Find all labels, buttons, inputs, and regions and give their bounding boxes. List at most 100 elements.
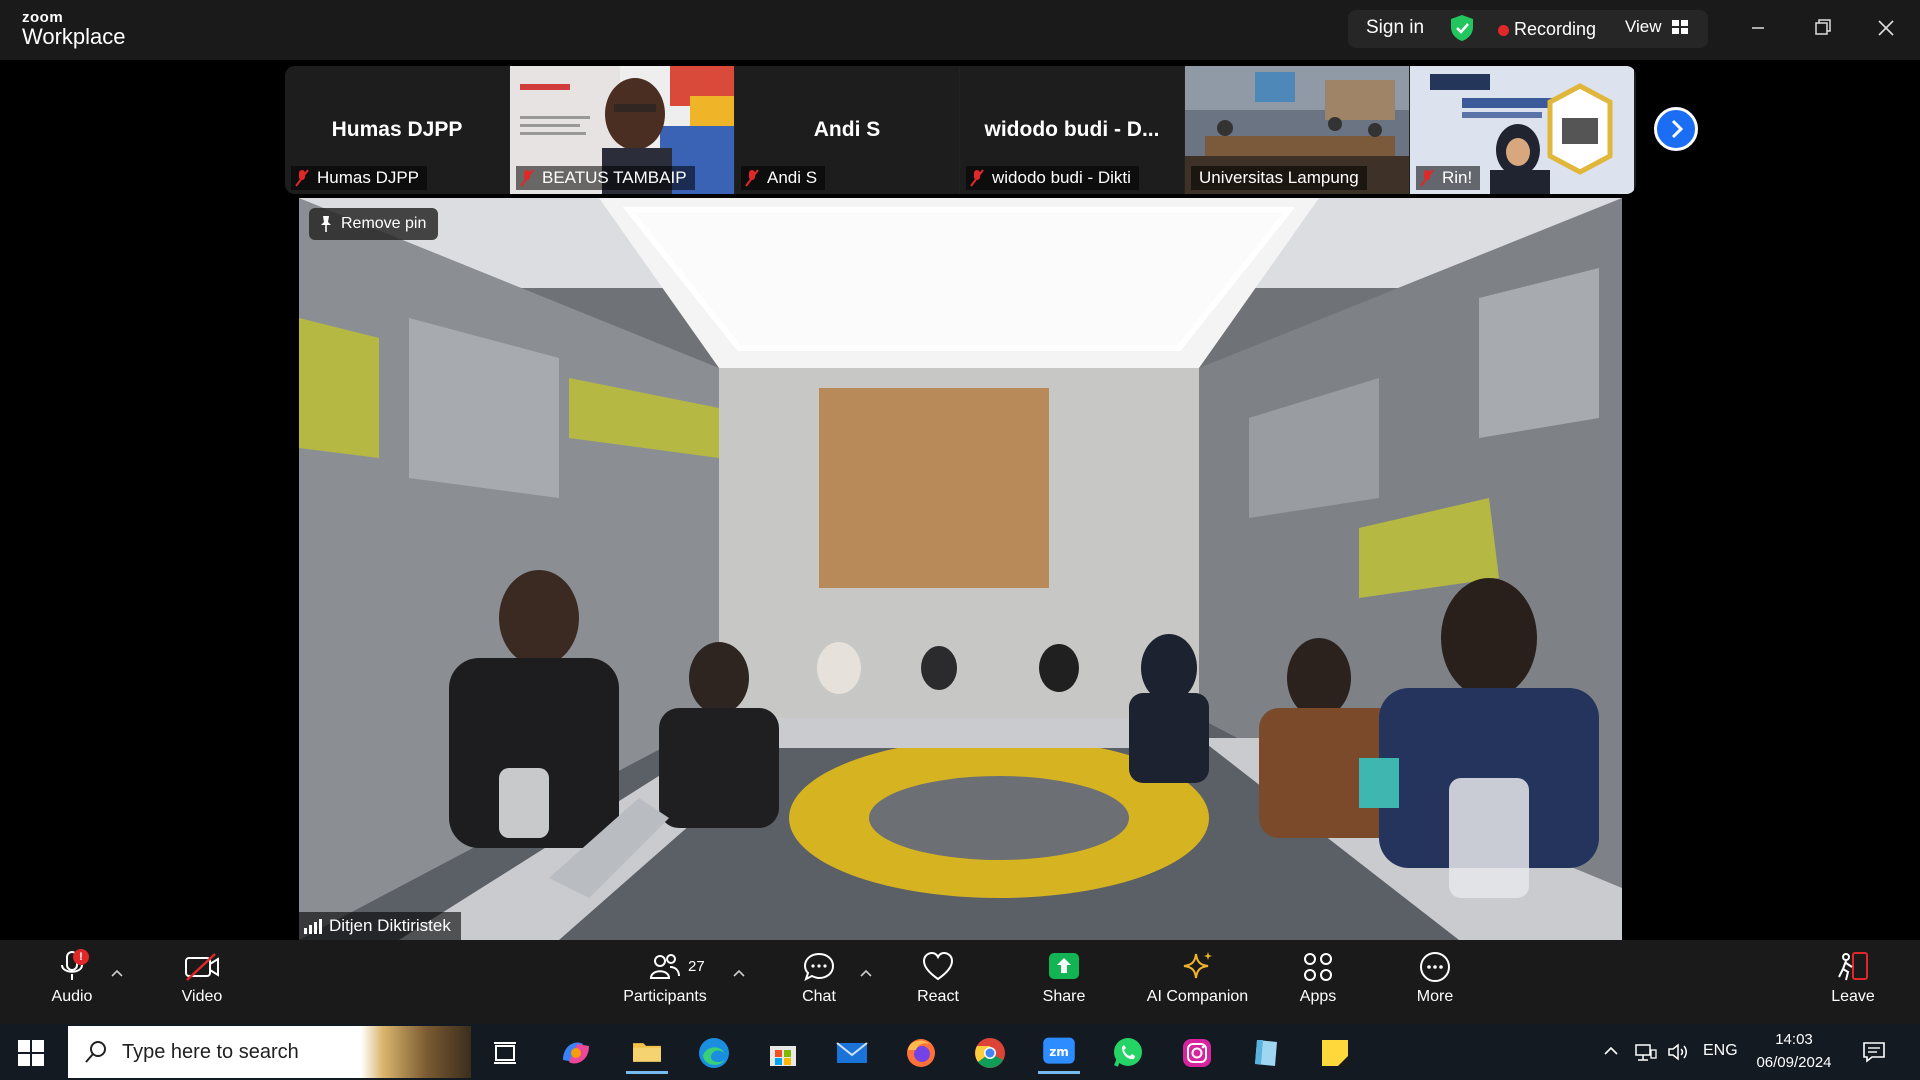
grid-view-icon[interactable] xyxy=(1672,20,1688,34)
participant-label: Andi S xyxy=(741,166,826,190)
chevron-up-icon[interactable] xyxy=(732,968,746,978)
sticky-notes-icon[interactable] xyxy=(1314,1032,1356,1074)
chrome-icon[interactable] xyxy=(969,1032,1011,1074)
muted-mic-icon xyxy=(1420,169,1434,187)
main-speaker-video[interactable]: Remove pin Ditjen Diktiristek xyxy=(299,198,1622,940)
video-label: Video xyxy=(181,988,223,1005)
brand-large: Workplace xyxy=(22,24,126,49)
restore-icon[interactable] xyxy=(1804,12,1840,44)
chevron-up-icon[interactable] xyxy=(1603,1044,1619,1058)
ai-companion-label: AI Companion xyxy=(1146,988,1249,1005)
participant-name: widodo budi - D... xyxy=(984,118,1160,141)
share-screen-icon xyxy=(1049,953,1079,979)
participant-name: Humas DJPP xyxy=(331,118,463,141)
search-highlight-image xyxy=(361,1026,471,1078)
task-view-icon[interactable] xyxy=(484,1032,526,1074)
participant-label: widodo budi - Dikti xyxy=(966,166,1139,190)
recording-indicator[interactable]: Recording xyxy=(1514,19,1596,40)
instagram-icon[interactable] xyxy=(1176,1032,1218,1074)
firefox-icon[interactable] xyxy=(900,1032,942,1074)
brand-small: zoom xyxy=(22,9,64,26)
file-explorer-icon[interactable] xyxy=(626,1032,668,1074)
zoom-app-icon[interactable]: zm xyxy=(1038,1032,1080,1074)
audio-label: Audio xyxy=(51,988,93,1005)
notepad-icon[interactable] xyxy=(1245,1032,1287,1074)
microsoft-store-icon[interactable] xyxy=(762,1032,804,1074)
more-label: More xyxy=(1416,988,1454,1005)
more-button[interactable]: More xyxy=(1405,950,1465,1006)
participant-label-text: BEATUS TAMBAIP xyxy=(542,168,687,187)
participants-count: 27 xyxy=(688,958,705,975)
participant-name: Andi S xyxy=(813,118,881,141)
muted-mic-icon xyxy=(745,169,759,187)
participant-label-text: Universitas Lampung xyxy=(1199,168,1359,187)
video-button[interactable]: Video xyxy=(172,950,232,1006)
apps-label: Apps xyxy=(1299,988,1337,1005)
minimize-icon[interactable] xyxy=(1740,12,1776,44)
search-icon xyxy=(85,1041,106,1063)
input-language[interactable]: ENG xyxy=(1703,1042,1738,1060)
muted-mic-icon xyxy=(970,169,984,187)
speaker-label: Ditjen Diktiristek xyxy=(299,912,461,940)
participant-tile[interactable]: Rin! xyxy=(1410,66,1634,194)
notification-icon[interactable] xyxy=(1862,1041,1886,1063)
video-off-icon xyxy=(185,953,219,981)
view-button[interactable]: View xyxy=(1625,17,1662,37)
chat-label: Chat xyxy=(802,988,836,1005)
ai-companion-button[interactable]: AI Companion xyxy=(1140,950,1255,1006)
next-page-button[interactable] xyxy=(1654,107,1698,151)
audio-alert-badge: ! xyxy=(73,949,89,965)
remove-pin-button[interactable]: Remove pin xyxy=(309,208,439,240)
remove-pin-label: Remove pin xyxy=(341,215,427,232)
chevron-right-icon xyxy=(1671,119,1684,139)
share-label: Share xyxy=(1042,988,1086,1005)
participant-tile[interactable]: BEATUS TAMBAIP xyxy=(510,66,734,194)
leave-label: Leave xyxy=(1831,988,1875,1005)
svg-text:zm: zm xyxy=(1049,1045,1069,1059)
participant-tile[interactable]: Humas DJPP Humas DJPP xyxy=(285,66,509,194)
taskbar-search-box[interactable]: Type here to search xyxy=(68,1026,471,1078)
heart-icon xyxy=(922,951,954,981)
participant-tile[interactable]: widodo budi - D... widodo budi - Dikti xyxy=(960,66,1184,194)
participant-label: Humas DJPP xyxy=(291,166,428,190)
participant-label: Universitas Lampung xyxy=(1191,166,1367,190)
close-icon[interactable] xyxy=(1868,12,1904,44)
volume-icon[interactable] xyxy=(1666,1041,1690,1063)
audio-button[interactable]: Audio xyxy=(42,950,102,1006)
participant-tile[interactable]: Universitas Lampung xyxy=(1185,66,1409,194)
zoom-workplace-logo: zoom Workplace xyxy=(22,10,126,48)
participant-tile[interactable]: Andi S Andi S xyxy=(735,66,959,194)
chat-icon xyxy=(803,952,835,981)
meeting-toolbar: Audio Video Participants 27 Chat React S… xyxy=(0,940,1920,1024)
leave-button[interactable]: Leave xyxy=(1822,950,1884,1006)
clock-time: 14:03 xyxy=(1775,1031,1813,1048)
sparkle-icon xyxy=(1183,952,1212,979)
more-icon xyxy=(1420,952,1450,982)
windows-taskbar: Type here to search zm ENG 14:03 06/09/2… xyxy=(0,1024,1920,1080)
chat-button[interactable]: Chat xyxy=(789,950,849,1006)
share-button[interactable]: Share xyxy=(1034,950,1094,1006)
participants-icon xyxy=(649,954,680,979)
security-shield-icon[interactable] xyxy=(1449,14,1475,42)
apps-button[interactable]: Apps xyxy=(1288,950,1348,1006)
chevron-up-icon[interactable] xyxy=(859,968,873,978)
signal-bars-icon xyxy=(304,919,322,934)
chevron-up-icon[interactable] xyxy=(110,968,124,978)
sign-in-button[interactable]: Sign in xyxy=(1366,17,1424,39)
participant-label-text: widodo budi - Dikti xyxy=(992,168,1131,187)
participant-label-text: Humas DJPP xyxy=(317,168,420,187)
search-placeholder: Type here to search xyxy=(122,1041,299,1063)
windows-start-icon[interactable] xyxy=(18,1040,44,1066)
taskbar-clock[interactable]: 14:03 06/09/2024 xyxy=(1752,1028,1836,1074)
edge-browser-icon[interactable] xyxy=(693,1032,735,1074)
copilot-icon[interactable] xyxy=(555,1032,597,1074)
whatsapp-icon[interactable] xyxy=(1107,1032,1149,1074)
pin-icon xyxy=(321,216,331,232)
mail-icon[interactable] xyxy=(831,1032,873,1074)
network-icon[interactable] xyxy=(1634,1041,1658,1063)
react-button[interactable]: React xyxy=(908,950,968,1006)
participant-label-text: Rin! xyxy=(1442,168,1473,187)
speaker-name: Ditjen Diktiristek xyxy=(329,916,451,935)
muted-mic-icon xyxy=(520,169,534,187)
participant-label-text: Andi S xyxy=(767,168,818,187)
